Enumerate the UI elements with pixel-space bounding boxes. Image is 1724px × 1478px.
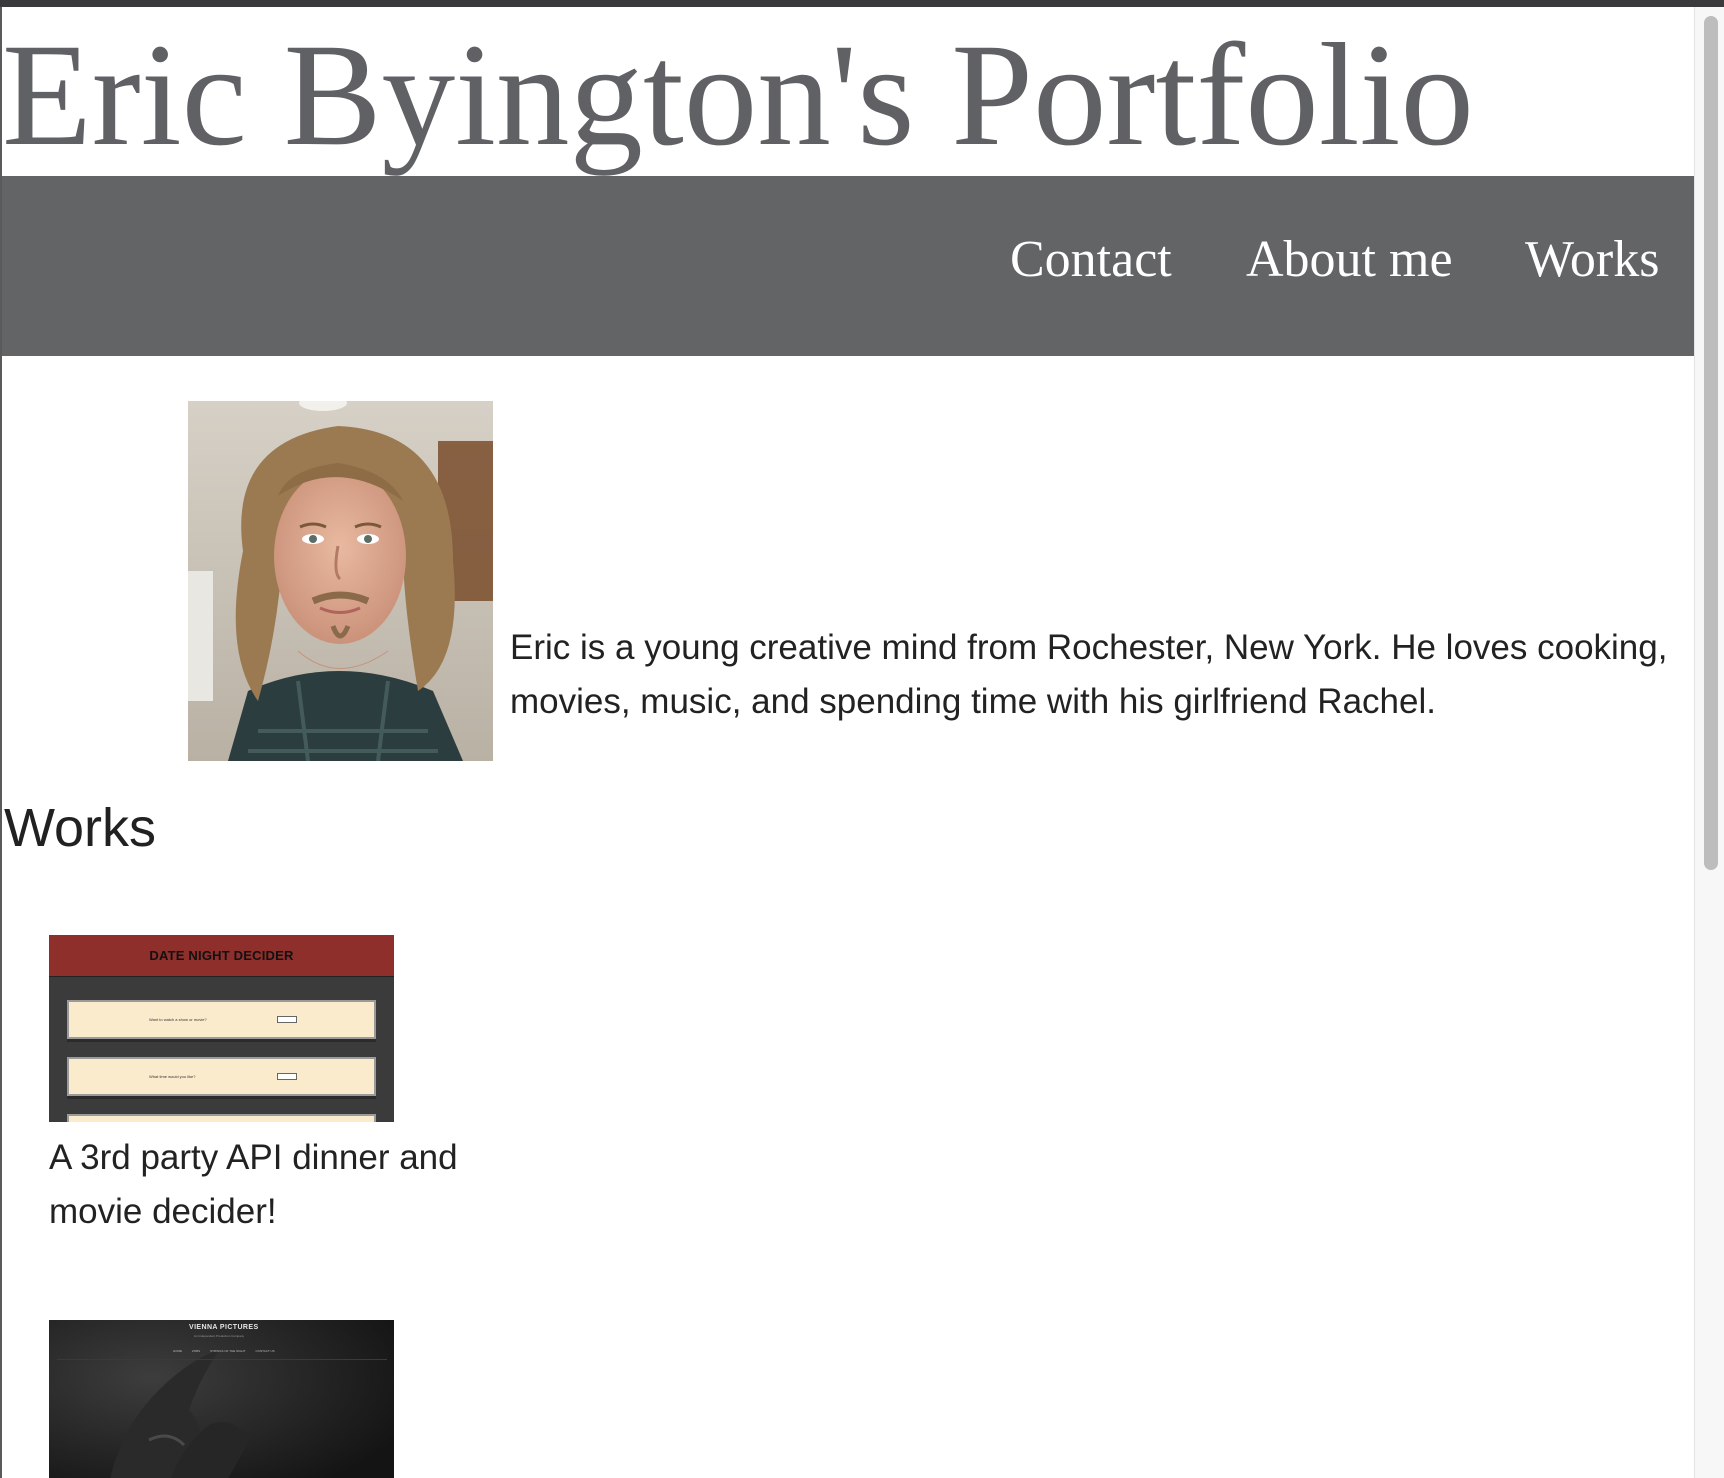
page: Eric Byington's Portfolio Contact About … xyxy=(2,7,1694,1478)
nav-link-works[interactable]: Works xyxy=(1525,230,1659,290)
nav-link-about-me[interactable]: About me xyxy=(1246,230,1453,290)
thumbnail-nav-item: STRINGS OF THE NIGHT xyxy=(210,1349,246,1353)
thumbnail-card-input xyxy=(277,1016,297,1023)
thumbnail-header: DATE NIGHT DECIDER xyxy=(49,935,394,977)
navbar: Contact About me Works xyxy=(2,176,1694,356)
thumbnail-nav-item: HOME xyxy=(173,1349,182,1353)
thumbnail-card-text: Want to watch a show or movie? xyxy=(149,1017,207,1022)
thumbnail-card xyxy=(67,1114,376,1122)
scrollbar-thumb[interactable] xyxy=(1704,16,1718,870)
about-text: Eric is a young creative mind from Roche… xyxy=(510,628,1668,721)
thumbnail-nav-item: ZOBS xyxy=(192,1349,201,1353)
works-heading: Works xyxy=(4,798,157,858)
thumbnail-card: What time would you like? xyxy=(67,1057,376,1096)
thumbnail-subtitle: An Independent Production Company xyxy=(194,1334,245,1338)
thumbnail-title: VIENNA PICTURES xyxy=(189,1324,259,1331)
thumbnail-card-input xyxy=(277,1073,297,1080)
nav-link-contact[interactable]: Contact xyxy=(1010,230,1172,290)
thumbnail-nav-item: CONTACT US xyxy=(255,1349,275,1353)
profile-photo xyxy=(188,401,493,761)
thumbnail-card-text: What time would you like? xyxy=(149,1074,196,1079)
profile-photo-graphic xyxy=(188,401,493,761)
browser-top-strip xyxy=(0,0,1724,7)
scrollbar-track[interactable] xyxy=(1694,7,1724,1478)
thumbnail-divider xyxy=(57,1359,387,1360)
thumbnail-background xyxy=(49,1320,394,1478)
site-title: Eric Byington's Portfolio xyxy=(2,13,1474,176)
work-thumbnail-date-night-decider[interactable]: DATE NIGHT DECIDER Want to watch a show … xyxy=(49,935,394,1122)
work-thumbnail-vienna-pictures[interactable]: VIENNA PICTURES An Independent Productio… xyxy=(49,1320,394,1478)
work-description: A 3rd party API dinner and movie decider… xyxy=(49,1138,458,1231)
thumbnail-nav: HOME ZOBS STRINGS OF THE NIGHT CONTACT U… xyxy=(173,1349,275,1353)
thumbnail-card: Want to watch a show or movie? xyxy=(67,1000,376,1039)
